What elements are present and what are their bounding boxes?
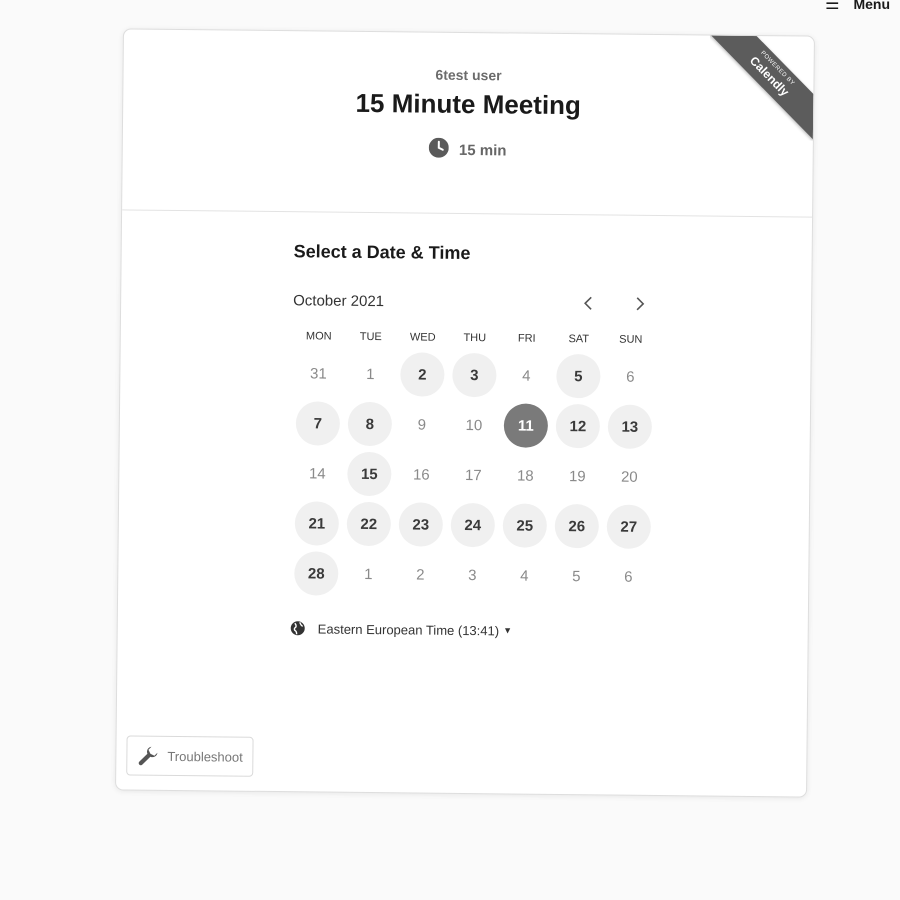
month-label: October 2021 (293, 291, 385, 310)
picker-heading: Select a Date & Time (293, 241, 471, 264)
wrench-icon (138, 746, 158, 766)
event-duration: 15 min (429, 137, 507, 163)
weekday-label: TUE (359, 330, 382, 344)
calendar-day-disabled: 18 (516, 467, 534, 485)
weekday-label: SUN (619, 333, 643, 346)
troubleshoot-label: Troubleshoot (167, 748, 243, 765)
calendar-day-available[interactable]: 2 (400, 352, 445, 397)
booking-card: POWERED BY Calendly 6test user 15 Minute… (115, 28, 815, 798)
calendar-day-disabled: 4 (522, 367, 531, 385)
weekday-label: MON (305, 330, 332, 343)
weekday-label: WED (409, 331, 436, 344)
clock-icon (429, 137, 450, 162)
troubleshoot-button[interactable]: Troubleshoot (126, 735, 255, 777)
booking-page: POWERED BY Calendly 6test user 15 Minute… (0, 0, 900, 900)
event-title: 15 Minute Meeting (355, 87, 582, 121)
date-picker: Select a Date & Time October 2021 MON TU… (290, 241, 654, 640)
calendar-day-disabled: 9 (417, 416, 427, 434)
weekday-header: MON TUE WED THU FRI SAT SUN (293, 330, 653, 346)
calendar-day-available[interactable]: 3 (452, 352, 497, 398)
calendar-day-disabled: 1 (366, 365, 375, 383)
calendar-day-disabled: 1 (364, 565, 373, 583)
calendar-day-available[interactable]: 22 (346, 501, 392, 547)
month-navigation: October 2021 (293, 288, 653, 316)
next-month-button[interactable] (627, 291, 653, 317)
timezone-label: Eastern European Time (13:41) (317, 620, 500, 638)
calendar-day-disabled: 16 (412, 465, 430, 484)
previous-month-button[interactable] (575, 290, 601, 316)
event-owner: 6test user (435, 66, 502, 84)
calendar-day-available[interactable]: 24 (450, 502, 496, 548)
calendar-day-available[interactable]: 25 (502, 503, 548, 548)
calendar-day-available[interactable]: 7 (295, 401, 341, 446)
calendar-day-available[interactable]: 8 (347, 401, 393, 447)
chevron-left-icon (584, 296, 592, 310)
calendar-day-available[interactable]: 23 (398, 502, 444, 547)
calendar-day-disabled: 5 (572, 567, 581, 585)
calendar-day-available[interactable]: 13 (607, 404, 653, 449)
calendar-day-disabled: 20 (620, 468, 638, 486)
calendar-day-available[interactable]: 26 (554, 503, 600, 549)
calendar-day-selected[interactable]: 11 (503, 403, 549, 448)
calendar-day-available[interactable]: 21 (294, 501, 340, 546)
calendar-day-disabled: 4 (520, 567, 529, 585)
calendar-day-available[interactable]: 15 (347, 451, 392, 497)
calendar-day-disabled: 19 (568, 467, 586, 485)
calendar-day-disabled: 10 (465, 416, 483, 434)
calendar-day-disabled: 17 (464, 466, 482, 484)
weekday-label: FRI (517, 332, 536, 345)
event-header: 6test user 15 Minute Meeting 15 min (122, 29, 814, 218)
calendar-grid: 31 1 2 3 4 5 6 7 8 9 10 11 12 13 14 15 16 17 18 19 20 21 22 23 2… (290, 348, 653, 602)
calendar-day-available[interactable]: 12 (555, 403, 601, 449)
globe-icon (290, 621, 305, 636)
calendar-day-disabled: 14 (308, 464, 326, 483)
calendar-day-available[interactable]: 5 (556, 353, 601, 399)
timezone-selector[interactable]: Eastern European Time (13:41) ▼ (290, 620, 650, 640)
weekday-label: THU (463, 331, 487, 345)
duration-label: 15 min (458, 141, 507, 159)
chevron-right-icon (636, 297, 645, 311)
calendar-day-available[interactable]: 27 (606, 504, 652, 549)
calendar-day-disabled: 2 (416, 565, 425, 584)
calendar-day-disabled: 31 (309, 364, 327, 383)
caret-down-icon: ▼ (503, 625, 513, 636)
calendar-day-available[interactable]: 28 (294, 551, 339, 596)
weekday-label: SAT (568, 333, 590, 346)
calendar-day-disabled: 3 (468, 566, 477, 584)
calendar-day-disabled: 6 (626, 368, 635, 386)
calendar-day-disabled: 6 (624, 568, 633, 586)
